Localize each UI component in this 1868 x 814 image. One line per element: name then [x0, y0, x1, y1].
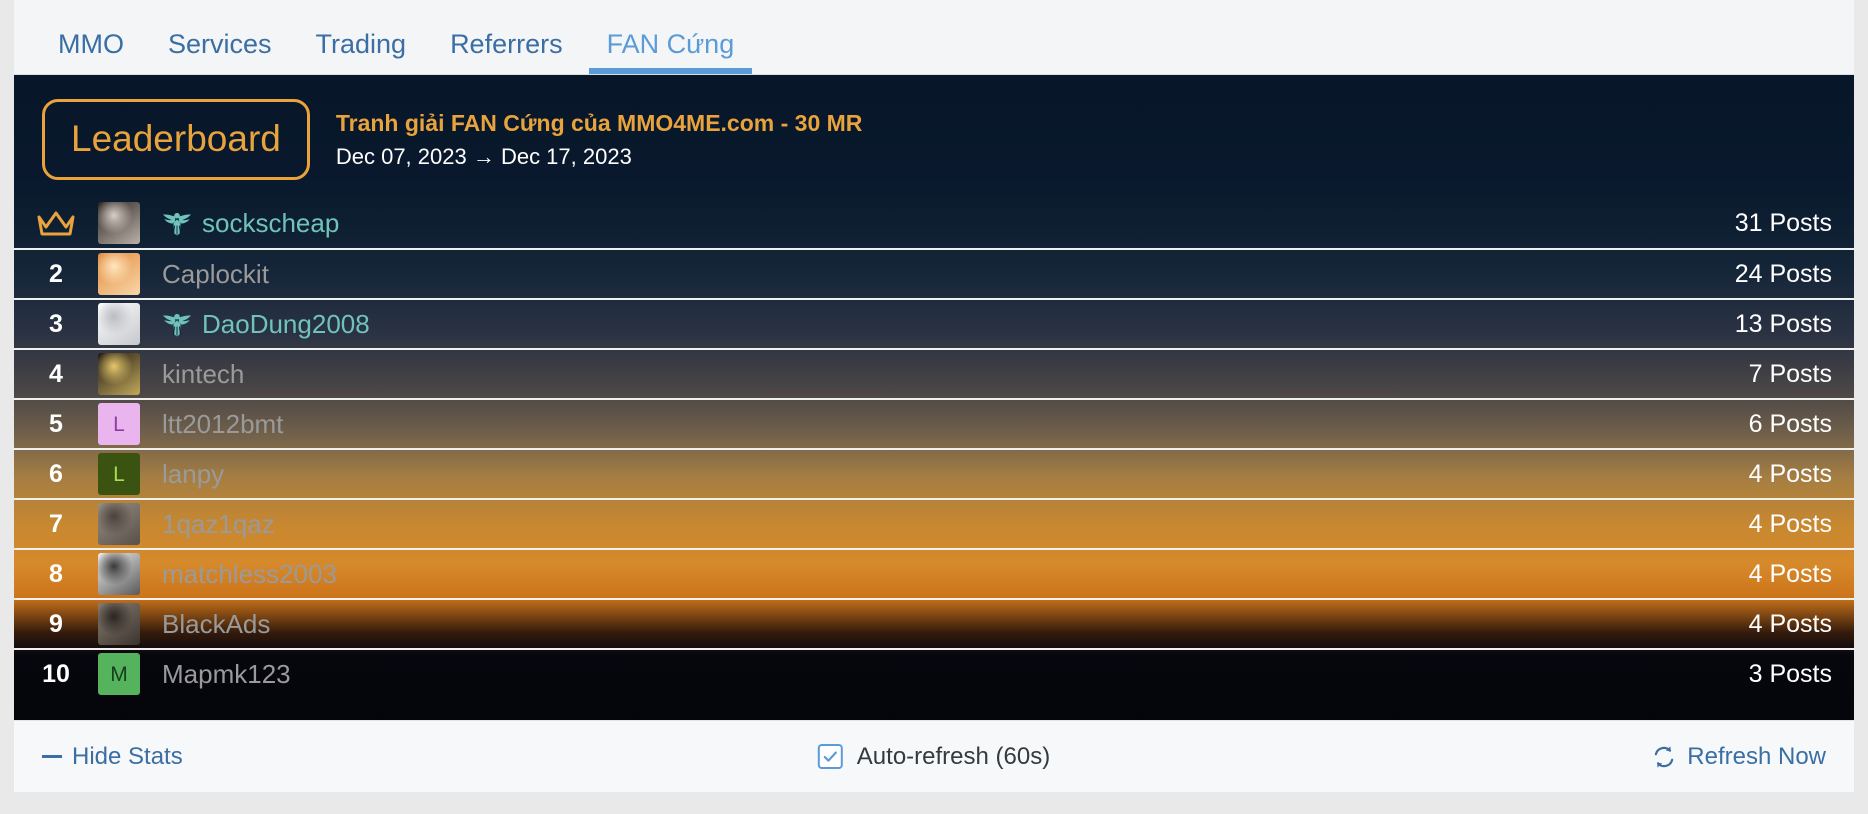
post-count: 24 Posts: [1734, 259, 1832, 288]
rank-number: 4: [49, 359, 63, 388]
rank-crown-cell: [14, 208, 98, 238]
avatar[interactable]: M: [98, 653, 140, 695]
username-label: kintech: [162, 358, 245, 389]
username-label: DaoDung2008: [202, 308, 370, 339]
post-count: 6 Posts: [1748, 409, 1832, 438]
table-row[interactable]: 4 kintech 7 Posts: [14, 348, 1854, 398]
username[interactable]: lanpy: [162, 459, 224, 490]
post-count: 4 Posts: [1748, 459, 1832, 488]
username[interactable]: matchless2003: [162, 559, 337, 590]
table-row[interactable]: 5 Lltt2012bmt 6 Posts: [14, 398, 1854, 448]
rank-number: 6: [49, 459, 63, 488]
leaderboard-page: MMO Services Trading Referrers FAN Cứng Lead…: [0, 0, 1868, 814]
username-label: ltt2012bmt: [162, 408, 284, 439]
post-count: 7 Posts: [1748, 359, 1832, 388]
table-row[interactable]: 6 Llanpy 4 Posts: [14, 448, 1854, 498]
post-count: 4 Posts: [1748, 609, 1832, 638]
avatar[interactable]: [98, 553, 140, 595]
table-row[interactable]: 2 Caplockit 24 Posts: [14, 248, 1854, 298]
tab-mmo[interactable]: MMO: [36, 31, 146, 74]
username-label: sockscheap: [202, 207, 340, 238]
username-label: BlackAds: [162, 608, 271, 639]
table-row[interactable]: 3 DaoDung2008 13 Posts: [14, 298, 1854, 348]
post-count: 3 Posts: [1748, 659, 1832, 688]
table-row[interactable]: 7 1qaz1qaz 4 Posts: [14, 498, 1854, 548]
avatar[interactable]: L: [98, 453, 140, 495]
username-label: Caplockit: [162, 258, 269, 289]
fan-cung-badge-icon: [163, 314, 191, 337]
avatar-letter: L: [113, 462, 125, 486]
rank-number: 8: [49, 559, 63, 588]
leaderboard-rows: sockscheap 31 Posts 2 Caplockit 24 Posts 3 Dao…: [14, 198, 1854, 698]
post-count: 4 Posts: [1748, 559, 1832, 588]
username-label: matchless2003: [162, 558, 337, 589]
contest-info: Tranh giải FAN Cứng của MMO4ME.com - 30 …: [336, 110, 863, 170]
tab-trading[interactable]: Trading: [294, 31, 429, 74]
rank-number: 9: [49, 609, 63, 638]
leaderboard-panel: Leaderboard Tranh giải FAN Cứng của MMO4…: [14, 75, 1854, 720]
username[interactable]: Caplockit: [162, 259, 269, 290]
refresh-icon: [1655, 745, 1674, 768]
username-label: 1qaz1qaz: [162, 508, 275, 539]
post-count: 13 Posts: [1734, 309, 1832, 338]
rank-number: 7: [49, 509, 63, 538]
tab-services[interactable]: Services: [146, 31, 294, 74]
table-row[interactable]: 9 BlackAds 4 Posts: [14, 598, 1854, 648]
avatar[interactable]: [98, 253, 140, 295]
username-label: lanpy: [162, 458, 225, 489]
avatar[interactable]: [98, 503, 140, 545]
auto-refresh-label: Auto-refresh (60s): [856, 742, 1051, 770]
hide-stats-label: Hide Stats: [72, 742, 183, 770]
username-label: Mapmk123: [162, 658, 291, 689]
username[interactable]: ltt2012bmt: [162, 409, 283, 440]
hide-stats-button[interactable]: Hide Stats: [42, 743, 183, 771]
table-row[interactable]: sockscheap 31 Posts: [14, 198, 1854, 248]
username[interactable]: 1qaz1qaz: [162, 509, 275, 540]
rank-number: 3: [49, 309, 63, 338]
checkbox-checked-icon[interactable]: [817, 744, 843, 769]
avatar[interactable]: L: [98, 403, 140, 445]
avatar-letter: L: [113, 412, 125, 436]
contest-date-range: Dec 07, 2023 → Dec 17, 2023: [335, 143, 632, 169]
avatar-letter: M: [110, 662, 128, 686]
avatar[interactable]: [98, 353, 140, 395]
username[interactable]: sockscheap: [162, 208, 339, 239]
tab-fan-cứng[interactable]: FAN Cứng: [585, 31, 757, 74]
avatar[interactable]: [98, 603, 140, 645]
rank-number: 10: [42, 659, 70, 688]
refresh-now-button[interactable]: Refresh Now: [1651, 743, 1826, 771]
avatar[interactable]: [98, 202, 140, 244]
post-count: 31 Posts: [1734, 208, 1832, 237]
fan-cung-badge-icon: [163, 213, 191, 236]
avatar[interactable]: [98, 303, 140, 345]
minus-icon: [42, 755, 62, 758]
username[interactable]: BlackAds: [162, 609, 270, 640]
post-count: 4 Posts: [1748, 509, 1832, 538]
leaderboard-footer: Hide Stats Auto-refresh (60s) Refresh No…: [14, 720, 1854, 792]
rank-number: 2: [49, 259, 63, 288]
leaderboard-badge: Leaderboard: [42, 99, 310, 180]
username[interactable]: kintech: [162, 359, 244, 390]
tab-referrers[interactable]: Referrers: [428, 31, 585, 74]
tab-bar: MMO Services Trading Referrers FAN Cứng: [14, 0, 1854, 75]
rank-number: 5: [49, 409, 63, 438]
table-row[interactable]: 10 M Mapmk123 3 Posts: [14, 648, 1854, 698]
table-row[interactable]: 8 matchless2003 4 Posts: [14, 548, 1854, 598]
auto-refresh-toggle[interactable]: Auto-refresh (60s): [817, 742, 1051, 771]
leaderboard-header: Leaderboard Tranh giải FAN Cứng của MMO4…: [14, 75, 1854, 198]
contest-title: Tranh giải FAN Cứng của MMO4ME.com - 30 …: [335, 109, 863, 136]
crown-icon: [37, 211, 75, 236]
username[interactable]: Mapmk123: [162, 659, 291, 690]
username[interactable]: DaoDung2008: [162, 309, 370, 340]
refresh-now-label: Refresh Now: [1687, 742, 1826, 770]
